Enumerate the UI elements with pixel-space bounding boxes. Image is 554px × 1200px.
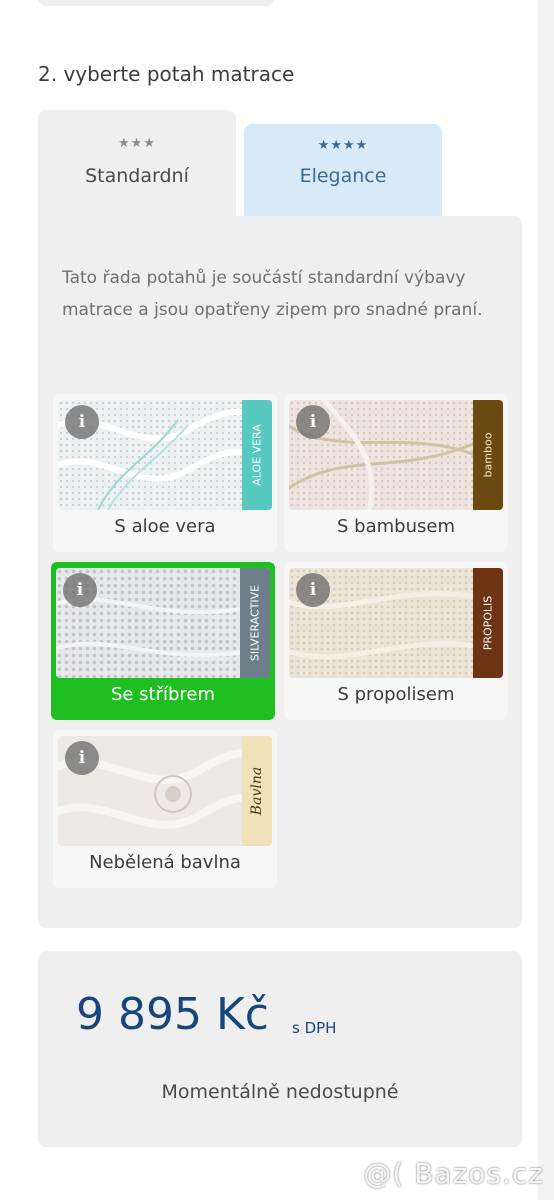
cover-card-cotton[interactable]: Bavlna i Nebělená bavlna — [53, 730, 277, 888]
cover-description: Tato řada potahů je součástí standardní … — [62, 268, 483, 320]
info-icon[interactable]: i — [296, 405, 330, 439]
info-icon[interactable]: i — [65, 405, 99, 439]
tab-elegance[interactable]: ★★★★ Elegance — [244, 124, 442, 220]
scroll-edge — [538, 0, 554, 1200]
cover-card-propolis[interactable]: PROPOLIS i S propolisem — [284, 562, 508, 720]
price-box: 9 895 Kč s DPH Momentálně nedostupné — [38, 951, 522, 1147]
cover-label: S aloe vera — [114, 516, 216, 537]
cover-label: S bambusem — [337, 516, 455, 537]
bavlna-brand-badge: Bavlna — [242, 736, 272, 846]
aloe-vera-brand-badge: ALOE VERA — [242, 400, 272, 510]
availability-status: Momentálně nedostupné — [161, 1081, 399, 1103]
cover-label: S propolisem — [337, 684, 455, 705]
info-icon[interactable]: i — [63, 573, 97, 607]
price-vat-note: s DPH — [292, 1019, 337, 1037]
four-stars-icon: ★★★★ — [317, 138, 369, 153]
tab-label: Standardní — [85, 165, 189, 187]
tab-standardni[interactable]: ★★★ Standardní — [38, 110, 236, 220]
cover-panel: Tato řada potahů je součástí standardní … — [38, 216, 522, 928]
tab-label: Elegance — [299, 165, 387, 187]
bazos-watermark: @( Bazos.cz — [363, 1157, 544, 1190]
previous-section-box — [38, 0, 275, 6]
silveractive-brand-badge: SILVERACTIVE — [240, 568, 270, 678]
page: 2. vyberte potah matrace ★★★ Standardní … — [0, 0, 554, 1200]
section-heading: 2. vyberte potah matrace — [38, 62, 295, 86]
cover-label: Se stříbrem — [110, 684, 216, 705]
info-icon[interactable]: i — [65, 741, 99, 775]
price-amount: 9 895 Kč — [76, 989, 269, 1040]
cover-card-silver[interactable]: SILVERACTIVE i Se stříbrem — [51, 562, 275, 720]
propolis-brand-badge: PROPOLIS — [473, 568, 503, 678]
three-stars-icon: ★★★ — [118, 136, 156, 151]
cover-label: Nebělená bavlna — [89, 852, 241, 873]
cover-card-bamboo[interactable]: bamboo i S bambusem — [284, 394, 508, 552]
info-icon[interactable]: i — [296, 573, 330, 607]
bamboo-brand-badge: bamboo — [473, 400, 503, 510]
cover-card-aloe-vera[interactable]: ALOE VERA i S aloe vera — [53, 394, 277, 552]
